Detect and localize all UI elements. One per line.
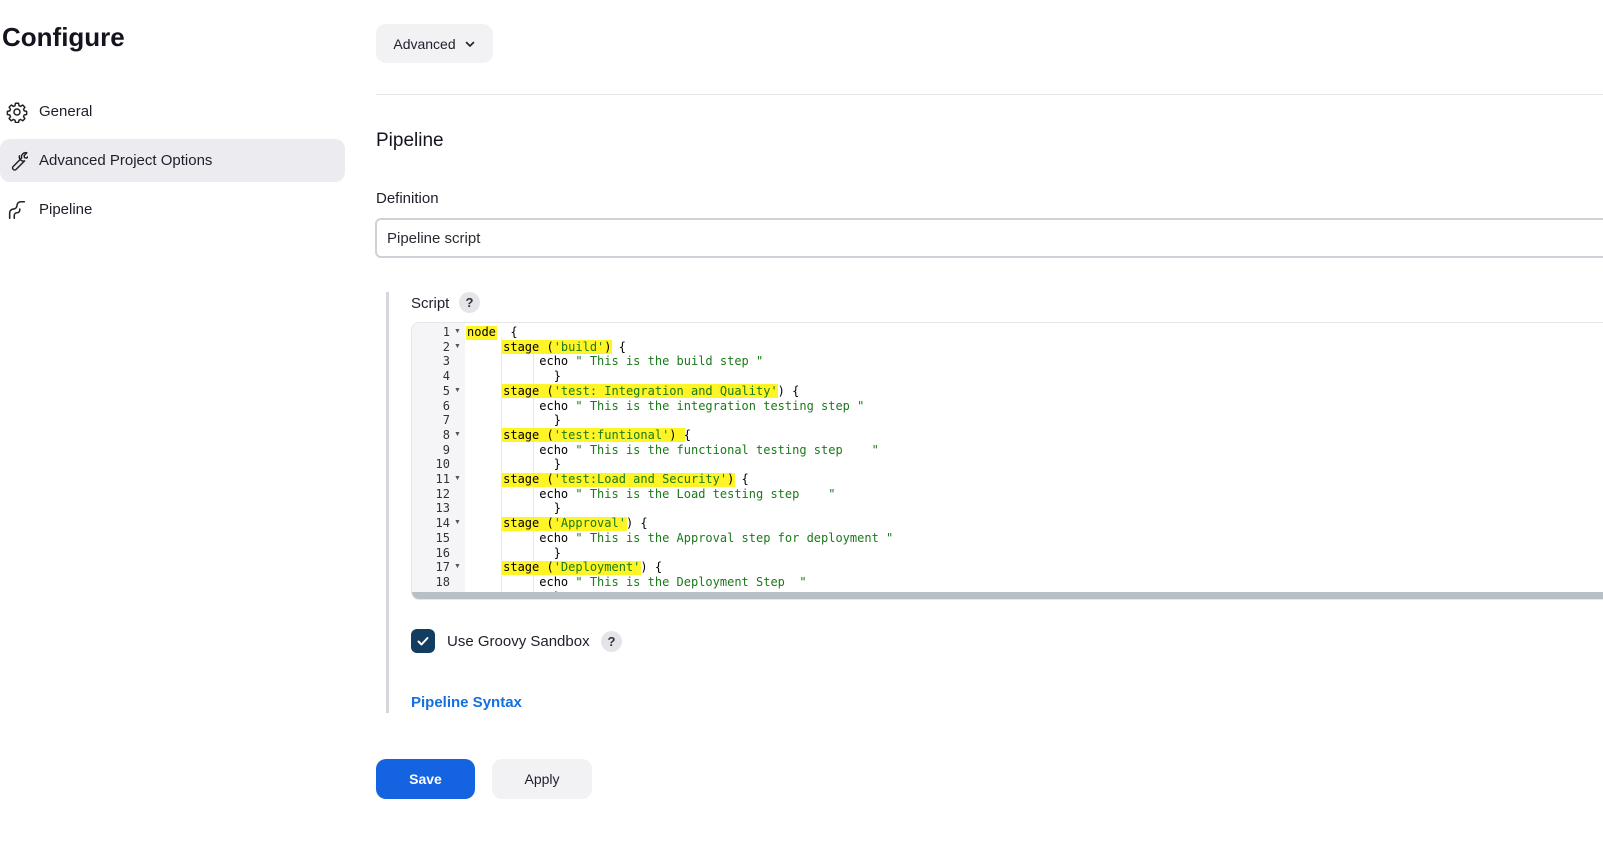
sidebar-item-general[interactable]: General — [0, 90, 345, 133]
code-line: } — [467, 545, 561, 560]
code-line: stage ('Approval') { — [467, 516, 648, 531]
code-line: echo " This is the Approval step for dep… — [467, 530, 894, 545]
section-title: Pipeline — [376, 130, 444, 151]
line-number: 4 — [442, 369, 450, 384]
script-help-icon[interactable]: ? — [459, 292, 480, 313]
line-number: 5 — [442, 383, 450, 398]
line-number: 9 — [442, 442, 450, 457]
sidebar-item-advanced-project-options[interactable]: Advanced Project Options — [0, 139, 345, 182]
pipeline-icon — [2, 198, 32, 222]
section-indent-bar — [386, 292, 389, 713]
code-line: echo " This is the functional testing st… — [467, 442, 879, 457]
line-number: 2 — [442, 339, 450, 354]
sidebar-item-pipeline[interactable]: Pipeline — [0, 188, 345, 231]
script-label: Script — [411, 295, 450, 312]
fold-toggle-icon[interactable]: ▼ — [454, 325, 461, 340]
sidebar-item-label: Advanced Project Options — [39, 152, 213, 169]
line-number: 17 — [435, 560, 450, 575]
page-title: Configure — [2, 22, 125, 52]
code-line: stage ('test: Integration and Quality') … — [467, 383, 800, 398]
code-line: echo " This is the integration testing s… — [467, 398, 865, 413]
code-line: } — [467, 369, 561, 384]
chevron-down-icon — [465, 41, 474, 47]
line-number: 6 — [442, 398, 450, 413]
fold-toggle-icon[interactable]: ▼ — [454, 560, 461, 575]
definition-select[interactable]: Pipeline script — [375, 218, 1603, 258]
code-line: echo " This is the Deployment Step " — [467, 574, 807, 589]
line-number: 10 — [435, 457, 450, 472]
line-number: 1 — [442, 325, 450, 339]
check-icon — [417, 637, 429, 646]
fold-toggle-icon[interactable]: ▼ — [454, 428, 461, 443]
fold-toggle-icon[interactable]: ▼ — [454, 384, 461, 399]
sandbox-help-icon[interactable]: ? — [601, 631, 622, 652]
code-line: stage ('test:Load and Security') { — [467, 472, 749, 486]
save-button[interactable]: Save — [376, 759, 475, 799]
line-number: 16 — [435, 545, 450, 560]
horizontal-scrollbar[interactable] — [412, 592, 1603, 599]
code-line: } — [467, 501, 561, 516]
line-number: 3 — [442, 354, 450, 369]
code-line: stage ('Deployment') { — [467, 560, 663, 575]
apply-button[interactable]: Apply — [492, 759, 592, 799]
gear-icon — [2, 100, 32, 124]
advanced-dropdown-button[interactable]: Advanced — [376, 24, 493, 63]
line-number: 12 — [435, 486, 450, 501]
sidebar-item-label: Pipeline — [39, 201, 93, 218]
pipeline-syntax-link[interactable]: Pipeline Syntax — [411, 694, 522, 711]
groovy-sandbox-checkbox[interactable] — [411, 629, 435, 653]
wrench-icon — [2, 149, 32, 173]
line-number: 8 — [442, 427, 450, 442]
script-editor[interactable]: 1▼2▼345▼678▼91011▼121314▼151617▼1819 nod… — [411, 322, 1603, 600]
code-line: echo " This is the build step " — [467, 354, 764, 369]
definition-label: Definition — [376, 190, 439, 207]
editor-gutter: 1▼2▼345▼678▼91011▼121314▼151617▼1819 — [412, 323, 465, 599]
code-line: } — [467, 413, 561, 428]
advanced-label: Advanced — [393, 35, 456, 52]
fold-toggle-icon[interactable]: ▼ — [454, 340, 461, 355]
line-number: 7 — [442, 413, 450, 428]
section-divider — [376, 94, 1603, 95]
fold-toggle-icon[interactable]: ▼ — [454, 472, 461, 487]
line-number: 18 — [435, 574, 450, 589]
line-number: 15 — [435, 530, 450, 545]
line-number: 13 — [435, 501, 450, 516]
line-number: 11 — [435, 472, 450, 486]
code-line: stage ('build') { — [467, 339, 626, 354]
groovy-sandbox-label: Use Groovy Sandbox — [447, 633, 590, 650]
code-line: echo " This is the Load testing step " — [467, 486, 836, 501]
definition-value: Pipeline script — [387, 229, 481, 247]
line-number: 14 — [435, 516, 450, 531]
sidebar-item-label: General — [39, 103, 93, 120]
code-line: node { — [467, 325, 518, 339]
fold-toggle-icon[interactable]: ▼ — [454, 516, 461, 531]
code-line: } — [467, 457, 561, 472]
code-line: stage ('test:funtional') { — [467, 427, 691, 442]
